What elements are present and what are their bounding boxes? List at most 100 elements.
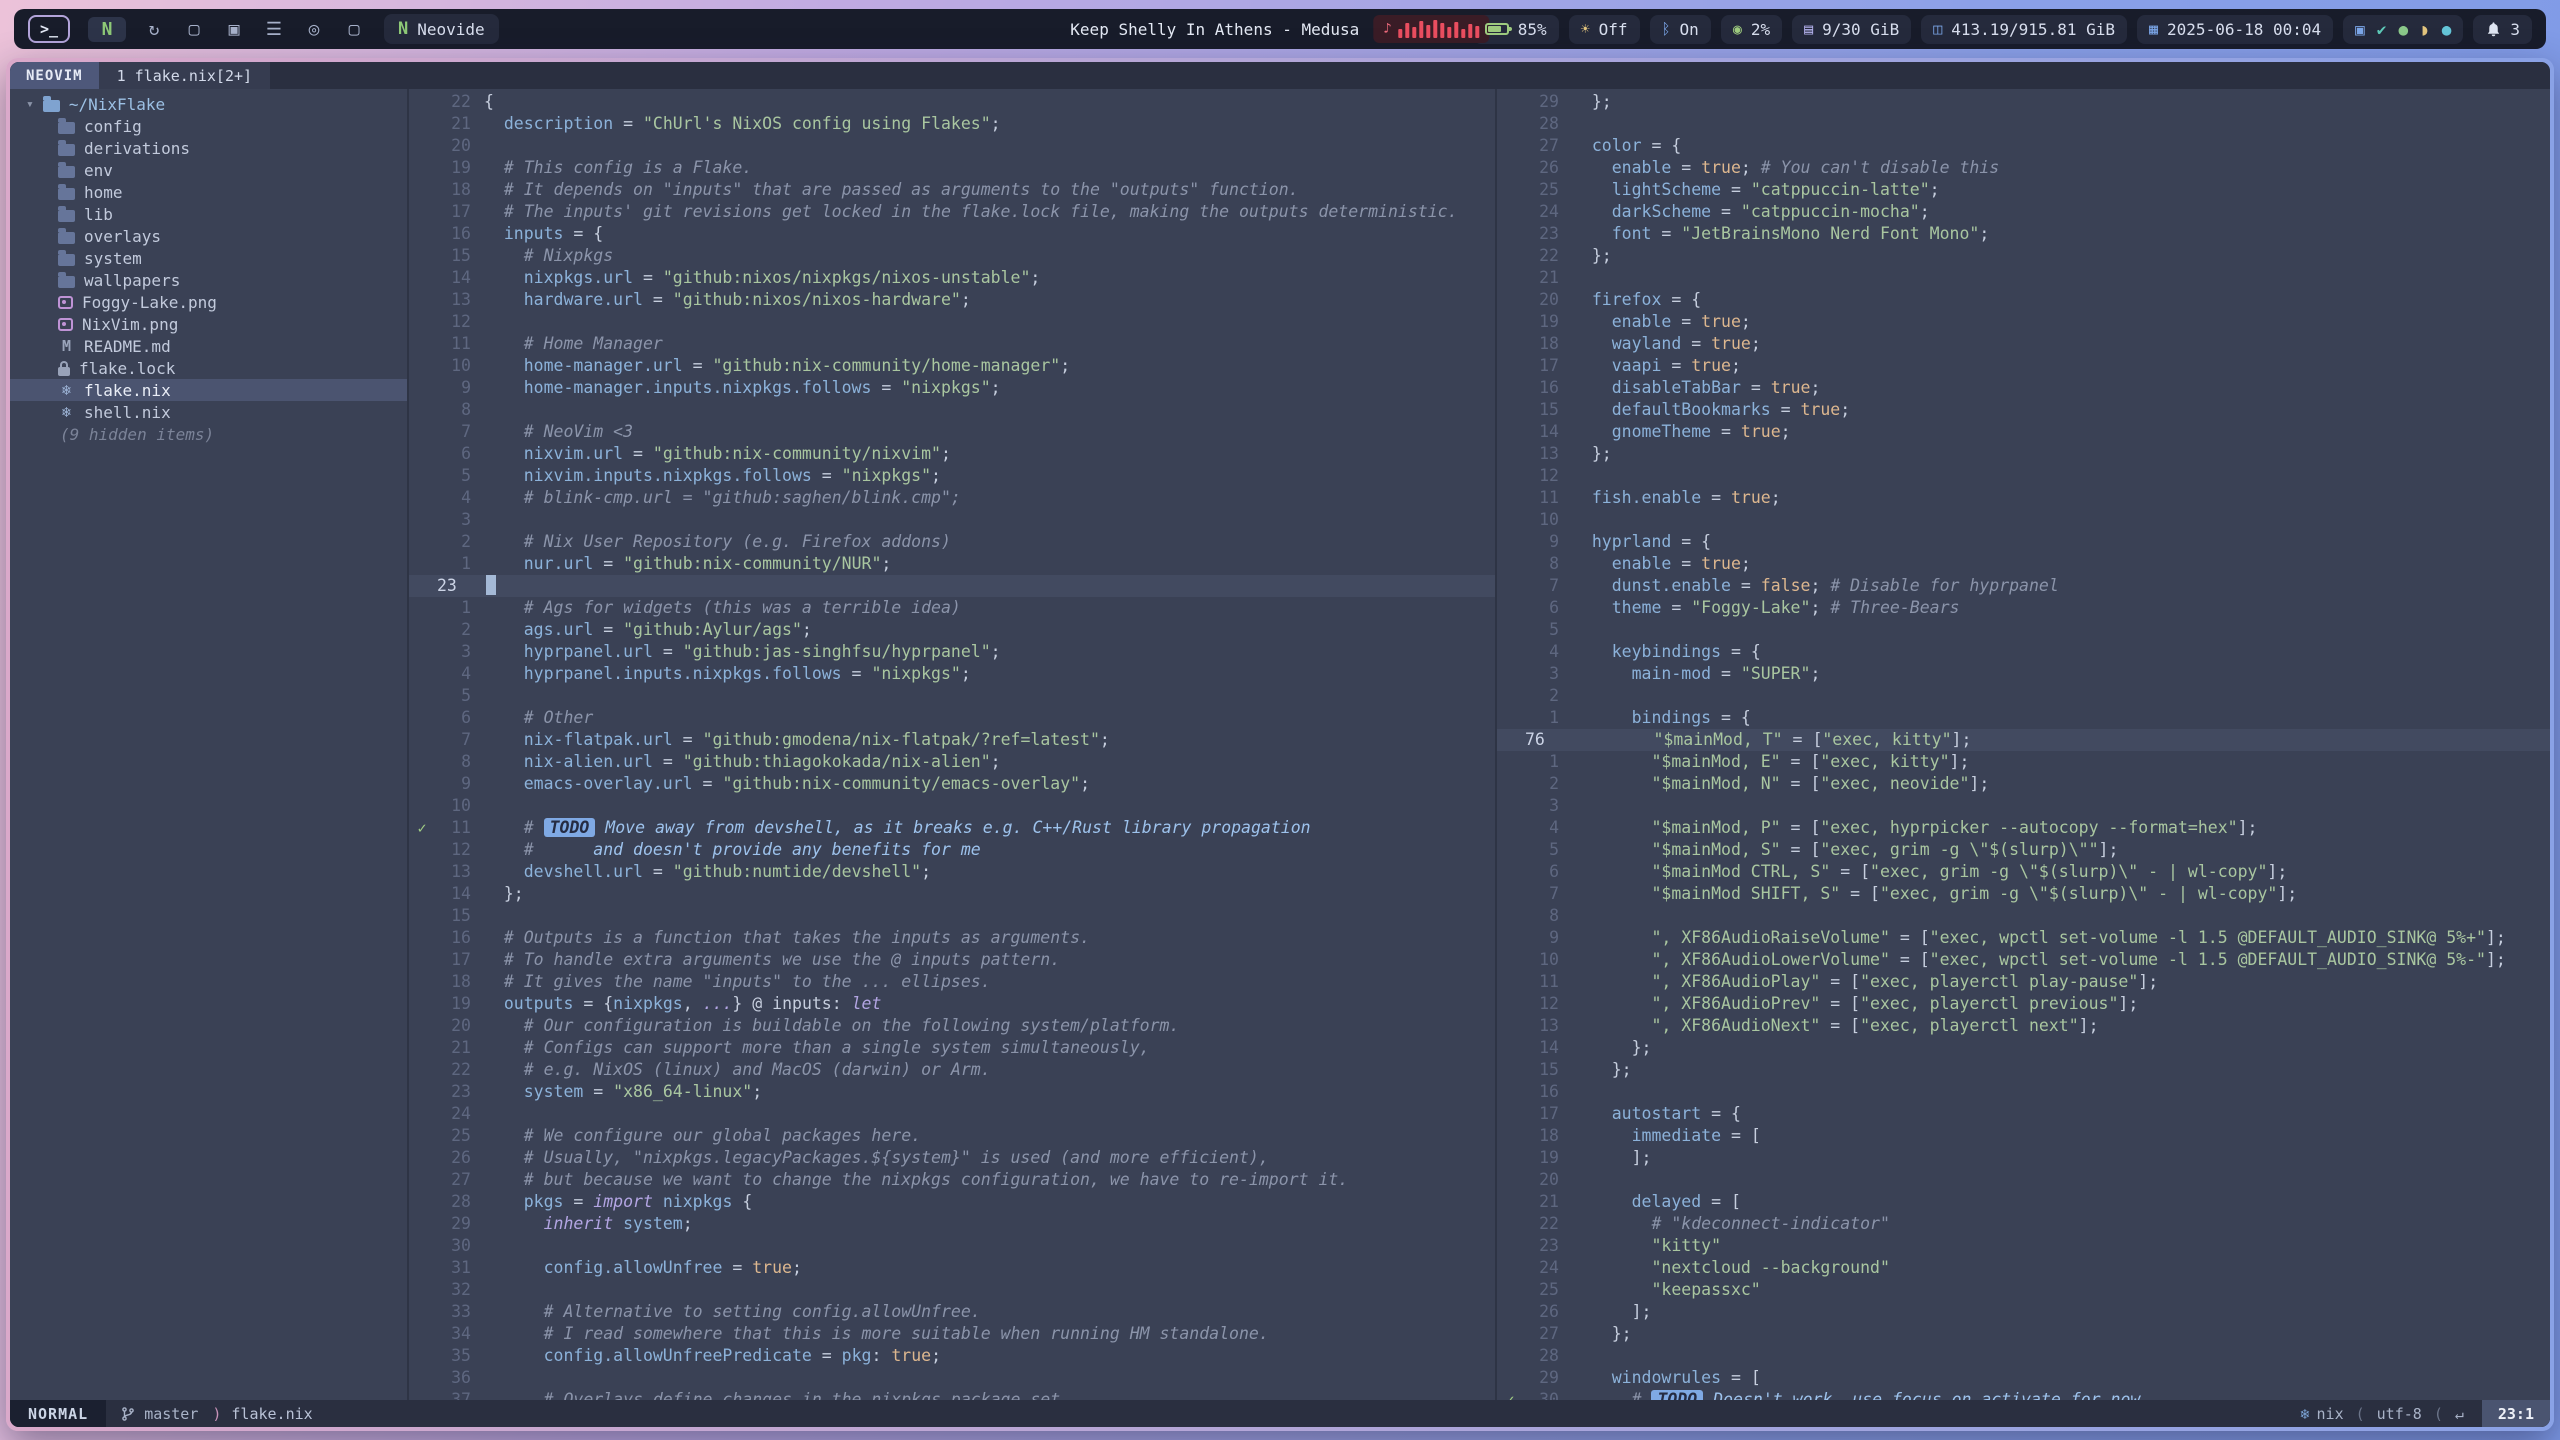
editor-line[interactable]: 2 "$mainMod, N" = ["exec, neovide"];	[1497, 773, 2550, 795]
editor-pane-right[interactable]: 29 };2827 color = {26 enable = true; # Y…	[1497, 89, 2550, 1400]
tray-app-3-icon[interactable]: ●	[2398, 20, 2408, 39]
editor-line[interactable]: 20 firefox = {	[1497, 289, 2550, 311]
editor-line[interactable]: 37 # Overlays define changes in the nixp…	[409, 1389, 1495, 1400]
editor-line[interactable]: 21 delayed = [	[1497, 1191, 2550, 1213]
editor-line[interactable]: 23	[409, 575, 1495, 597]
tree-item-Foggy-Lake.png[interactable]: Foggy-Lake.png	[10, 291, 407, 313]
tree-item-flake.lock[interactable]: flake.lock	[10, 357, 407, 379]
editor-line[interactable]: 3 main-mod = "SUPER";	[1497, 663, 2550, 685]
editor-line[interactable]: 1 "$mainMod, E" = ["exec, kitty"];	[1497, 751, 2550, 773]
tree-item-overlays[interactable]: overlays	[10, 225, 407, 247]
editor-line[interactable]: 34 # I read somewhere that this is more …	[409, 1323, 1495, 1345]
editor-line[interactable]: 8	[409, 399, 1495, 421]
editor-line[interactable]: 26 enable = true; # You can't disable th…	[1497, 157, 2550, 179]
tray-app-5-icon[interactable]: ●	[2442, 20, 2452, 39]
indicator-bluetooth[interactable]: ᛒOn	[1650, 15, 1711, 44]
editor-line[interactable]: 18 # It depends on "inputs" that are pas…	[409, 179, 1495, 201]
editor-line[interactable]: 28	[1497, 1345, 2550, 1367]
editor-line[interactable]: ✓11 # TODO Move away from devshell, as i…	[409, 817, 1495, 839]
editor-line[interactable]: 4 keybindings = {	[1497, 641, 2550, 663]
indicator-clock[interactable]: ▦2025-06-18 00:04	[2137, 15, 2333, 44]
tree-item-env[interactable]: env	[10, 159, 407, 181]
editor-line[interactable]: 10 home-manager.url = "github:nix-commun…	[409, 355, 1495, 377]
editor-line[interactable]: 17 vaapi = true;	[1497, 355, 2550, 377]
workspace-four[interactable]: ☰	[262, 19, 286, 40]
buffer-tab[interactable]: 1 flake.nix[2+]	[99, 62, 270, 89]
editor-line[interactable]: 36	[409, 1367, 1495, 1389]
editor-line[interactable]: 26 # Usually, "nixpkgs.legacyPackages.${…	[409, 1147, 1495, 1169]
editor-line[interactable]: 11 fish.enable = true;	[1497, 487, 2550, 509]
tree-root[interactable]: ▾~/NixFlake	[10, 93, 407, 115]
editor-line[interactable]: 21 description = "ChUrl's NixOS config u…	[409, 113, 1495, 135]
workspace-two[interactable]: ▢	[182, 19, 206, 40]
editor-line[interactable]: 29 windowrules = [	[1497, 1367, 2550, 1389]
editor-line[interactable]: 8 nix-alien.url = "github:thiagokokada/n…	[409, 751, 1495, 773]
editor-line[interactable]: 17 # The inputs' git revisions get locke…	[409, 201, 1495, 223]
editor-line[interactable]: 20 # Our configuration is buildable on t…	[409, 1015, 1495, 1037]
indicator-disk[interactable]: ◫413.19/915.81 GiB	[1921, 15, 2127, 44]
media-widget[interactable]: Keep Shelly In Athens - Medusa ♪	[1070, 15, 1489, 43]
editor-line[interactable]: 16 inputs = {	[409, 223, 1495, 245]
workspace-three[interactable]: ▣	[222, 19, 246, 40]
editor-line[interactable]: 8	[1497, 905, 2550, 927]
editor-line[interactable]: 4 # blink-cmp.url = "github:saghen/blink…	[409, 487, 1495, 509]
workspace-five[interactable]: ◎	[302, 19, 326, 40]
editor-line[interactable]: 9 ", XF86AudioRaiseVolume" = ["exec, wpc…	[1497, 927, 2550, 949]
tree-item-wallpapers[interactable]: wallpapers	[10, 269, 407, 291]
editor-line[interactable]: 12 # and doesn't provide any benefits fo…	[409, 839, 1495, 861]
editor-line[interactable]: 76 "$mainMod, T" = ["exec, kitty"];	[1497, 729, 2550, 751]
editor-line[interactable]: 6 nixvim.url = "github:nix-community/nix…	[409, 443, 1495, 465]
editor-line[interactable]: 1 nur.url = "github:nix-community/NUR";	[409, 553, 1495, 575]
indicator-memory[interactable]: ▤9/30 GiB	[1792, 15, 1911, 44]
editor-pane-left[interactable]: 22{21 description = "ChUrl's NixOS confi…	[409, 89, 1497, 1400]
editor-line[interactable]: 32	[409, 1279, 1495, 1301]
editor-line[interactable]: 14 nixpkgs.url = "github:nixos/nixpkgs/n…	[409, 267, 1495, 289]
editor-line[interactable]: 14 };	[409, 883, 1495, 905]
editor-line[interactable]: 15 # Nixpkgs	[409, 245, 1495, 267]
tray-app-4-icon[interactable]: ◗	[2420, 20, 2430, 39]
workspace-neovim[interactable]: N	[88, 17, 126, 42]
editor-line[interactable]: 8 enable = true;	[1497, 553, 2550, 575]
editor-line[interactable]: 6 # Other	[409, 707, 1495, 729]
editor-line[interactable]: 18 immediate = [	[1497, 1125, 2550, 1147]
editor-line[interactable]: 14 };	[1497, 1037, 2550, 1059]
editor-line[interactable]: 13 ", XF86AudioNext" = ["exec, playerctl…	[1497, 1015, 2550, 1037]
editor-line[interactable]: 4 hyprpanel.inputs.nixpkgs.follows = "ni…	[409, 663, 1495, 685]
editor-line[interactable]: 17 # To handle extra arguments we use th…	[409, 949, 1495, 971]
neovim-tab[interactable]: NEOVIM	[10, 62, 99, 89]
editor-line[interactable]: 7 # NeoVim <3	[409, 421, 1495, 443]
editor-line[interactable]: 19 enable = true;	[1497, 311, 2550, 333]
tree-item-README.md[interactable]: MREADME.md	[10, 335, 407, 357]
editor-line[interactable]: 29 inherit system;	[409, 1213, 1495, 1235]
tree-item-home[interactable]: home	[10, 181, 407, 203]
editor-line[interactable]: ✓30 # TODO Doesn't work, use focus_on_ac…	[1497, 1389, 2550, 1400]
editor-line[interactable]: 3	[409, 509, 1495, 531]
editor-line[interactable]: 13 devshell.url = "github:numtide/devshe…	[409, 861, 1495, 883]
editor-line[interactable]: 19 ];	[1497, 1147, 2550, 1169]
editor-line[interactable]: 1 bindings = {	[1497, 707, 2550, 729]
editor-line[interactable]: 7 nix-flatpak.url = "github:gmodena/nix-…	[409, 729, 1495, 751]
editor-line[interactable]: 14 gnomeTheme = true;	[1497, 421, 2550, 443]
editor-line[interactable]: 13 hardware.url = "github:nixos/nixos-ha…	[409, 289, 1495, 311]
tree-item-derivations[interactable]: derivations	[10, 137, 407, 159]
editor-line[interactable]: 5 nixvim.inputs.nixpkgs.follows = "nixpk…	[409, 465, 1495, 487]
editor-line[interactable]: 3 hyprpanel.url = "github:jas-singhfsu/h…	[409, 641, 1495, 663]
editor-line[interactable]: 24 darkScheme = "catppuccin-mocha";	[1497, 201, 2550, 223]
editor-line[interactable]: 19 outputs = {nixpkgs, ...} @ inputs: le…	[409, 993, 1495, 1015]
editor-line[interactable]: 24	[409, 1103, 1495, 1125]
notifications-pill[interactable]: 3	[2473, 15, 2532, 44]
editor-line[interactable]: 24 "nextcloud --background"	[1497, 1257, 2550, 1279]
editor-line[interactable]: 4 "$mainMod, P" = ["exec, hyprpicker --a…	[1497, 817, 2550, 839]
editor-line[interactable]: 7 dunst.enable = false; # Disable for hy…	[1497, 575, 2550, 597]
launcher-button[interactable]: >_	[28, 15, 70, 43]
editor-line[interactable]: 6 "$mainMod CTRL, S" = ["exec, grim -g \…	[1497, 861, 2550, 883]
tree-item-system[interactable]: system	[10, 247, 407, 269]
editor-line[interactable]: 2 ags.url = "github:Aylur/ags";	[409, 619, 1495, 641]
editor-line[interactable]: 16 # Outputs is a function that takes th…	[409, 927, 1495, 949]
editor-line[interactable]: 15	[409, 905, 1495, 927]
editor-line[interactable]: 15 };	[1497, 1059, 2550, 1081]
editor-line[interactable]: 27 };	[1497, 1323, 2550, 1345]
editor-line[interactable]: 27 # but because we want to change the n…	[409, 1169, 1495, 1191]
editor-line[interactable]: 5	[409, 685, 1495, 707]
editor-line[interactable]: 33 # Alternative to setting config.allow…	[409, 1301, 1495, 1323]
